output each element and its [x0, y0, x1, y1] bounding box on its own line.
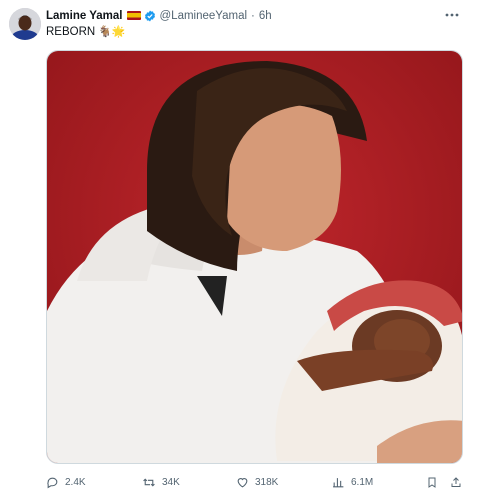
dot-separator: ·: [251, 9, 255, 22]
views-icon: [333, 477, 344, 487]
repost-icon: [143, 477, 155, 487]
reply-button[interactable]: 2.4K: [46, 476, 86, 489]
verified-badge-icon: [144, 10, 156, 22]
tweet-time[interactable]: 6h: [259, 10, 272, 22]
avatar[interactable]: [9, 8, 41, 40]
spain-flag-icon: [126, 11, 141, 20]
tweet-emojis: 🐐🌟: [98, 26, 126, 38]
tweet-card: Lamine Yamal @LamineeYamal · 6h REBORN 🐐…: [0, 0, 478, 498]
views-button[interactable]: 6.1M: [332, 476, 373, 489]
author-handle[interactable]: @LamineeYamal: [160, 10, 248, 22]
tweet-photo[interactable]: [46, 50, 463, 464]
photo-man-holding-baby-icon: [47, 51, 462, 463]
bookmark-icon: [428, 477, 436, 488]
heart-icon: [237, 477, 248, 487]
like-button[interactable]: 318K: [236, 476, 278, 489]
repost-button[interactable]: 34K: [142, 476, 180, 489]
tweet-header: Lamine Yamal @LamineeYamal · 6h: [46, 7, 272, 24]
repost-count: 34K: [162, 476, 180, 488]
share-icon: [451, 476, 461, 487]
more-options-icon[interactable]: [442, 7, 462, 23]
tweet-text-body: REBORN: [46, 25, 96, 38]
reply-icon: [47, 477, 58, 488]
views-count: 6.1M: [351, 476, 374, 488]
reply-count: 2.4K: [65, 476, 86, 488]
like-count: 318K: [255, 476, 279, 488]
share-button[interactable]: [450, 476, 468, 489]
author-name[interactable]: Lamine Yamal: [46, 10, 123, 22]
tweet-text: REBORN 🐐🌟: [46, 25, 126, 39]
tweet-actions: 2.4K 34K 318K 6.1M: [46, 474, 464, 490]
bookmark-button[interactable]: [426, 476, 444, 489]
